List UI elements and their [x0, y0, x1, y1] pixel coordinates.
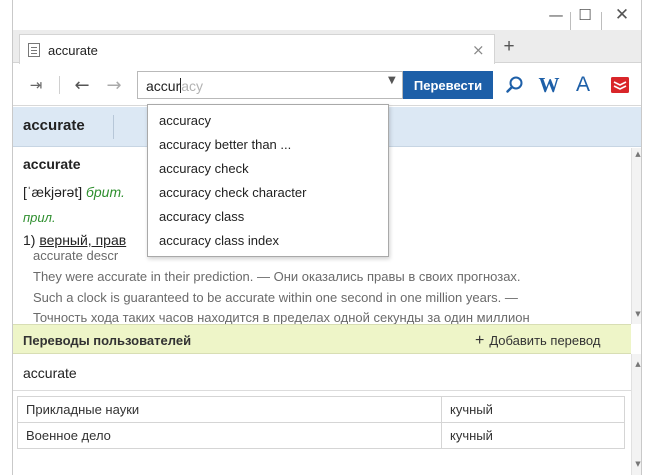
transcription-line: [ˈækjərət] брит.: [23, 184, 125, 200]
book-icon[interactable]: [608, 74, 632, 96]
user-translations-bar: Переводы пользователей + Добавить перевод: [13, 324, 631, 354]
entry-scrollbar[interactable]: ▲ ▼: [631, 148, 641, 324]
sense-line: 1) верный, прав: [23, 232, 126, 248]
autocomplete-dropdown: accuracy accuracy better than ... accura…: [147, 104, 389, 257]
search-typed-text: accur: [146, 78, 181, 94]
table-row: Военное дело кучный: [17, 422, 625, 449]
search-input[interactable]: accuracy ▼: [137, 71, 403, 99]
table-cell-field: Прикладные науки: [17, 396, 442, 423]
caption-divider: [570, 12, 571, 30]
table-row: Прикладные науки кучный: [17, 396, 625, 423]
sense-text[interactable]: верный, прав: [39, 232, 126, 248]
search-text: accuracy: [146, 78, 203, 94]
headword: accurate: [23, 156, 81, 172]
user-word-text: accurate: [23, 365, 77, 381]
suggestion-item[interactable]: accuracy check: [148, 157, 388, 181]
scroll-up-icon[interactable]: ▲: [632, 358, 641, 370]
scroll-down-icon[interactable]: ▼: [632, 458, 641, 470]
suggestion-item[interactable]: accuracy class index: [148, 229, 388, 253]
search-icon[interactable]: [504, 74, 526, 96]
toolbar-divider: [59, 76, 60, 94]
scroll-up-icon[interactable]: ▲: [632, 148, 641, 160]
plus-icon: +: [475, 332, 485, 349]
new-tab-button[interactable]: +: [497, 36, 521, 58]
suggestion-item[interactable]: accuracy better than ...: [148, 133, 388, 157]
search-autocomplete-hint: acy: [181, 78, 204, 94]
wikipedia-icon[interactable]: W: [537, 73, 561, 97]
user-translations-table: Прикладные науки кучный Военное дело куч…: [17, 396, 625, 449]
toolbar: ⇥ ← → accuracy ▼ Перевести W A: [13, 64, 641, 106]
table-cell-translation: кучный: [441, 396, 625, 423]
table-cell-translation: кучный: [441, 422, 625, 449]
maximize-button[interactable]: ☐: [572, 4, 598, 26]
user-translations-scrollbar[interactable]: ▲ ▼: [631, 354, 641, 475]
scroll-down-icon[interactable]: ▼: [632, 308, 641, 320]
tab-accurate[interactable]: accurate ×: [19, 34, 495, 64]
table-cell-field: Военное дело: [17, 422, 442, 449]
title-bar: — ☐ ✕: [13, 0, 641, 30]
region-label: брит.: [86, 184, 125, 200]
app-window: — ☐ ✕ accurate × + ⇥ ← → accuracy ▼ Пере…: [12, 0, 642, 475]
user-translations-title: Переводы пользователей: [23, 333, 192, 348]
tab-strip: accurate × +: [13, 30, 641, 64]
transcription: [ˈækjərət]: [23, 184, 83, 200]
tab-close-button[interactable]: ×: [472, 41, 485, 59]
example-line: Such a clock is guaranteed to be accurat…: [33, 290, 518, 305]
minimize-button[interactable]: —: [543, 4, 569, 26]
chevron-down-icon[interactable]: ▼: [388, 75, 396, 86]
caption-divider: [601, 12, 602, 30]
translate-button[interactable]: Перевести: [403, 71, 493, 99]
user-translation-word: accurate: [13, 355, 631, 391]
tab-title: accurate: [48, 43, 98, 58]
document-icon: [28, 43, 40, 57]
example-line: accurate descr: [33, 248, 119, 263]
suggestion-item[interactable]: accuracy class: [148, 205, 388, 229]
example-line: They were accurate in their prediction. …: [33, 269, 521, 284]
sense-number: 1): [23, 232, 36, 248]
example-line: Точность хода таких часов находится в пр…: [33, 310, 530, 324]
close-window-button[interactable]: ✕: [609, 4, 635, 26]
pin-icon[interactable]: ⇥: [25, 74, 47, 96]
add-translation-label: Добавить перевод: [489, 333, 601, 348]
suggestion-item[interactable]: accuracy: [148, 109, 388, 133]
part-of-speech: прил.: [23, 210, 56, 225]
forward-arrow-icon[interactable]: →: [103, 74, 125, 96]
suggestion-item[interactable]: accuracy check character: [148, 181, 388, 205]
add-translation-button[interactable]: + Добавить перевод: [475, 332, 600, 350]
header-divider: [113, 115, 114, 139]
entry-tab-label[interactable]: accurate: [23, 117, 85, 134]
back-arrow-icon[interactable]: ←: [71, 74, 93, 96]
font-icon[interactable]: A: [572, 73, 594, 96]
